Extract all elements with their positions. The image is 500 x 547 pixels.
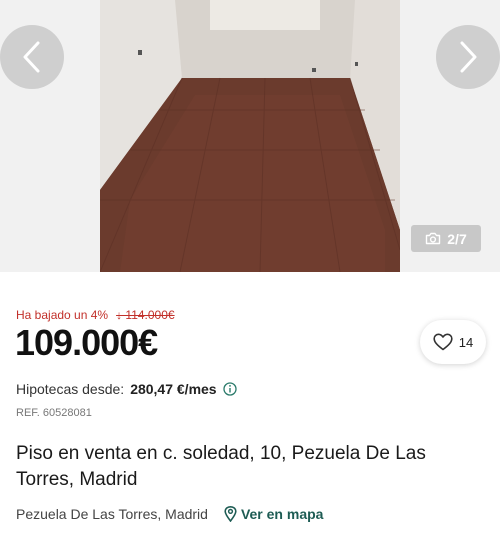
photo-counter[interactable]: 2/7 <box>411 225 481 252</box>
price-drop-label: Ha bajado un 4% <box>16 308 109 322</box>
location-text: Pezuela De Las Torres, Madrid <box>16 506 208 522</box>
view-on-map-link[interactable]: Ver en mapa <box>224 506 324 522</box>
camera-icon <box>426 232 441 245</box>
view-on-map-label: Ver en mapa <box>240 506 324 522</box>
previous-photo-button[interactable] <box>0 25 64 89</box>
favorite-button[interactable]: 14 <box>420 320 486 364</box>
chevron-left-icon <box>23 41 40 73</box>
price-drop-notice: Ha bajado un 4% ↓ 114.000€ <box>16 308 175 322</box>
map-pin-icon <box>224 506 237 522</box>
listing-location: Pezuela De Las Torres, Madrid Ver en map… <box>16 506 323 522</box>
next-photo-button[interactable] <box>436 25 500 89</box>
listing-photo[interactable] <box>100 0 400 272</box>
listing-price: 109.000€ <box>15 322 158 363</box>
listing-title[interactable]: Piso en venta en c. soledad, 10, Pezuela… <box>16 441 486 493</box>
mortgage-value: 280,47 €/mes <box>130 381 217 397</box>
favorites-count: 14 <box>458 334 474 350</box>
old-price: ↓ 114.000€ <box>116 308 175 322</box>
mortgage-info: Hipotecas desde: 280,47 €/mes <box>16 381 237 397</box>
mortgage-label: Hipotecas desde: <box>16 381 125 397</box>
heart-icon <box>433 333 453 351</box>
photo-gallery: 2/7 <box>0 0 500 272</box>
photo-counter-text: 2/7 <box>447 230 467 247</box>
listing-reference: REF. 60528081 <box>16 407 92 419</box>
info-icon[interactable] <box>222 382 237 396</box>
chevron-right-icon <box>460 41 477 73</box>
